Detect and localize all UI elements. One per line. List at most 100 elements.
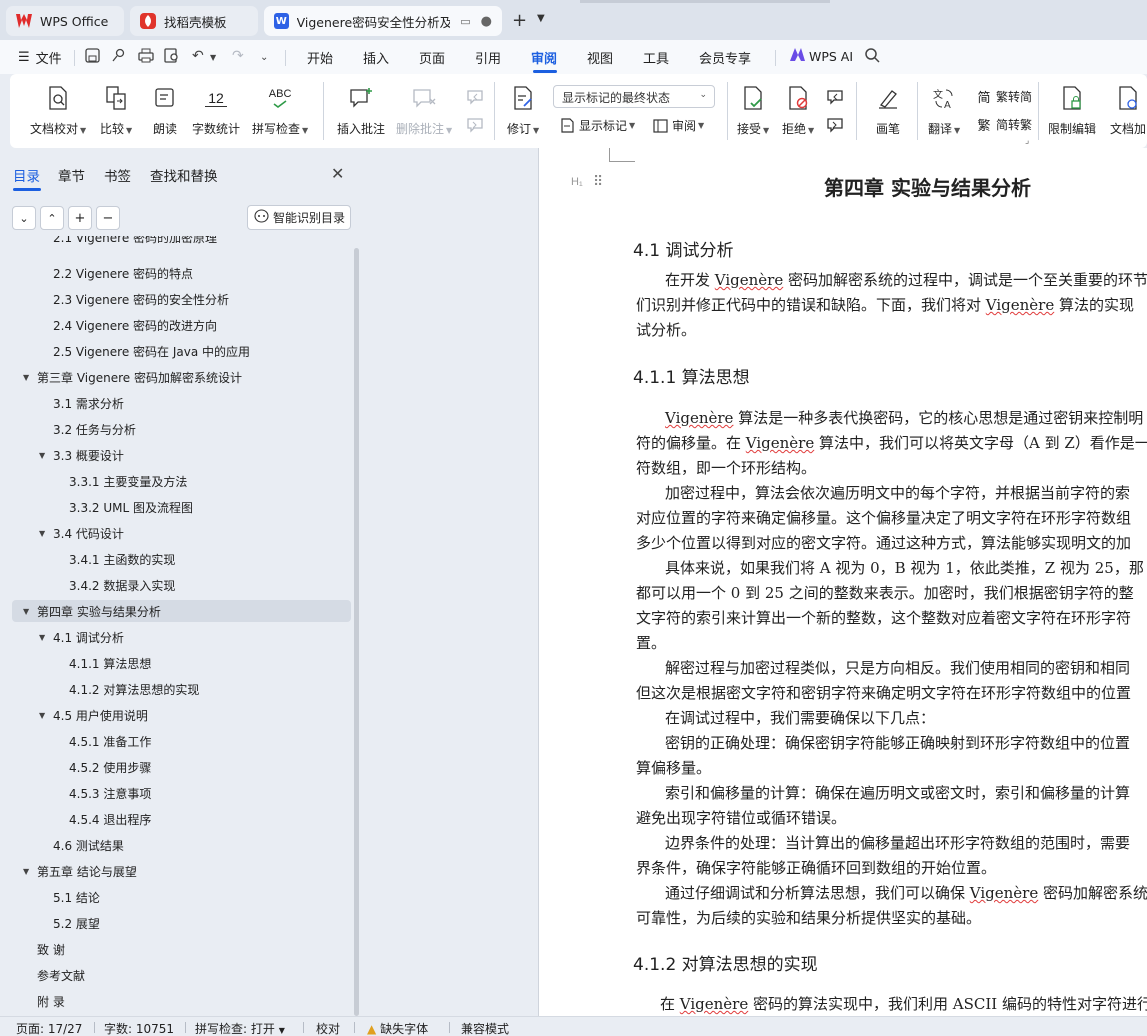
menu-member[interactable]: 会员专享 xyxy=(699,48,751,67)
toc-item[interactable]: ▼ 第三章 Vigenere 密码加解密系统设计 xyxy=(0,366,352,388)
expand-triangle-icon[interactable]: ▼ xyxy=(23,373,37,382)
toc-item[interactable]: ▼ 4.5 用户使用说明 xyxy=(0,704,352,726)
word-count-button[interactable]: 12 字数统计 xyxy=(192,84,240,137)
doc-encrypt-button[interactable]: 文档加 xyxy=(1110,84,1146,137)
restrict-edit-button[interactable]: 限制编辑 xyxy=(1048,84,1096,137)
toc-item[interactable]: 4.5.3 注意事项 xyxy=(0,782,352,804)
next-change-icon[interactable] xyxy=(826,117,844,133)
wps-ai-button[interactable]: WPS AI xyxy=(790,48,853,64)
show-markup-button[interactable]: 显示标记 ▼ xyxy=(559,117,635,134)
nav-scrollbar[interactable] xyxy=(354,248,359,1016)
add-heading-button[interactable]: + xyxy=(68,206,92,230)
toc-item[interactable]: 2.5 Vigenere 密码在 Java 中的应用 xyxy=(0,340,352,362)
quick-access-more-icon[interactable]: ⌄ xyxy=(260,52,268,63)
print-preview-icon[interactable] xyxy=(164,48,180,67)
expand-triangle-icon[interactable]: ▼ xyxy=(39,529,53,538)
menu-view[interactable]: 视图 xyxy=(587,48,613,67)
toc-item[interactable]: 4.5.1 准备工作 xyxy=(0,730,352,752)
doc-check-button[interactable]: 文档校对 ▼ xyxy=(30,84,86,137)
toc-item[interactable]: ▼ 第四章 实验与结果分析 xyxy=(12,600,351,622)
toc-item[interactable]: 3.3.1 主要变量及方法 xyxy=(0,470,352,492)
previous-comment-icon[interactable] xyxy=(466,89,484,105)
menu-references[interactable]: 引用 xyxy=(475,48,501,67)
new-tab-plus-icon[interactable]: + xyxy=(512,10,527,31)
menu-insert[interactable]: 插入 xyxy=(363,48,389,67)
toc-item[interactable]: 2.4 Vigenere 密码的改进方向 xyxy=(0,314,352,336)
spelling-flag[interactable]: Vigenère xyxy=(665,409,733,427)
share-icon[interactable] xyxy=(111,48,126,67)
spell-check-button[interactable]: ABC 拼写检查 ▼ xyxy=(252,84,308,137)
proofread-status[interactable]: 校对 xyxy=(316,1020,340,1036)
compare-button[interactable]: 比较 ▼ xyxy=(100,84,132,137)
missing-font-status[interactable]: ▲ 缺失字体 xyxy=(367,1020,428,1036)
spell-check-status[interactable]: 拼写检查: 打开 ▼ xyxy=(195,1020,285,1036)
menu-review[interactable]: 审阅 xyxy=(531,48,557,67)
nav-tab-toc[interactable]: 目录 xyxy=(13,165,40,185)
toc-item[interactable]: 4.1.2 对算法思想的实现 xyxy=(0,678,352,700)
expand-triangle-icon[interactable]: ▼ xyxy=(39,711,53,720)
toc-item[interactable]: 4.1.1 算法思想 xyxy=(0,652,352,674)
toc-item[interactable]: 3.2 任务与分析 xyxy=(0,418,352,440)
toc-item[interactable]: 4.5.2 使用步骤 xyxy=(0,756,352,778)
toc-item[interactable]: ▼ 第五章 结论与展望 xyxy=(0,860,352,882)
toc-item[interactable]: ▼ 4.1 调试分析 xyxy=(0,626,352,648)
word-count-indicator[interactable]: 字数: 10751 xyxy=(104,1020,174,1036)
toc-item[interactable]: 参考文献 xyxy=(0,964,352,986)
tab-docer-templates[interactable]: 找稻壳模板 xyxy=(130,6,258,36)
redo-icon[interactable]: ↷ xyxy=(232,48,244,64)
menu-page[interactable]: 页面 xyxy=(419,48,445,67)
spelling-flag[interactable]: Vigenère xyxy=(680,995,748,1013)
toc-item[interactable]: ▼ 3.4 代码设计 xyxy=(0,522,352,544)
search-icon[interactable] xyxy=(865,48,880,67)
unsaved-dot-icon[interactable]: ● xyxy=(481,14,492,29)
review-pane-button[interactable]: 审阅 ▼ xyxy=(652,117,704,134)
toc-item[interactable]: 2.1 Vigenere 密码的加密原理 xyxy=(0,236,352,248)
remove-heading-button[interactable]: − xyxy=(96,206,120,230)
expand-triangle-icon[interactable]: ▼ xyxy=(23,867,37,876)
close-icon[interactable]: ✕ xyxy=(331,164,344,183)
nav-tab-find-replace[interactable]: 查找和替换 xyxy=(150,165,218,185)
spelling-flag[interactable]: Vigenère xyxy=(970,884,1038,902)
expand-triangle-icon[interactable]: ▼ xyxy=(39,451,53,460)
next-comment-icon[interactable] xyxy=(466,117,484,133)
window-drag-strip[interactable] xyxy=(580,0,830,3)
tab-document[interactable]: W Vigenere密码安全性分析及其 ▭ ● xyxy=(264,6,502,36)
heading-level-marker[interactable]: H₁ xyxy=(571,176,583,188)
collapse-all-button[interactable]: ⌃ xyxy=(40,206,64,230)
tab-wps-office[interactable]: WPS Office xyxy=(6,6,124,36)
drag-handle-icon[interactable]: ⠿ xyxy=(593,174,603,190)
toc-item[interactable]: 3.3.2 UML 图及流程图 xyxy=(0,496,352,518)
toc-item[interactable]: 5.1 结论 xyxy=(0,886,352,908)
toc-item[interactable]: 4.5.4 退出程序 xyxy=(0,808,352,830)
toc-item[interactable]: 3.1 需求分析 xyxy=(0,392,352,414)
expand-triangle-icon[interactable]: ▼ xyxy=(23,607,37,616)
page-indicator[interactable]: 页面: 17/27 xyxy=(16,1020,82,1036)
nav-tab-bookmarks[interactable]: 书签 xyxy=(104,165,131,185)
reject-button[interactable]: 拒绝 ▼ xyxy=(782,84,814,137)
pen-button[interactable]: 画笔 xyxy=(873,84,903,137)
toc-item[interactable]: 2.3 Vigenere 密码的安全性分析 xyxy=(0,288,352,310)
revise-button[interactable]: 修订 ▼ xyxy=(507,84,539,137)
undo-icon[interactable]: ↶ xyxy=(192,48,204,64)
to-traditional-button[interactable]: 繁 简转繁 xyxy=(976,116,1032,134)
toc-item[interactable]: 致 谢 xyxy=(0,938,352,960)
markup-state-select[interactable]: 显示标记的最终状态 ⌄ xyxy=(553,85,715,108)
toc-item[interactable]: 附 录 xyxy=(0,990,352,1012)
spelling-flag[interactable]: Vigenère xyxy=(986,296,1054,314)
read-aloud-button[interactable]: 朗读 xyxy=(150,84,180,137)
chevron-down-icon[interactable]: ▼ xyxy=(537,13,545,24)
toc-item[interactable]: ▼ 3.3 概要设计 xyxy=(0,444,352,466)
spelling-flag[interactable]: Vigenère xyxy=(715,271,783,289)
accept-button[interactable]: 接受 ▼ xyxy=(737,84,769,137)
toc-item[interactable]: 3.4.2 数据录入实现 xyxy=(0,574,352,596)
delete-comment-button[interactable]: 删除批注 ▼ xyxy=(396,84,452,137)
expand-all-button[interactable]: ⌄ xyxy=(12,206,36,230)
previous-change-icon[interactable] xyxy=(826,89,844,105)
toc-item[interactable]: 4.6 测试结果 xyxy=(0,834,352,856)
translate-button[interactable]: 文A 翻译 ▼ xyxy=(928,84,960,137)
print-icon[interactable] xyxy=(138,48,154,67)
expand-triangle-icon[interactable]: ▼ xyxy=(39,633,53,642)
file-menu[interactable]: ☰ 文件 xyxy=(18,48,62,67)
save-icon[interactable] xyxy=(85,48,100,67)
toc-item[interactable]: 3.4.1 主函数的实现 xyxy=(0,548,352,570)
